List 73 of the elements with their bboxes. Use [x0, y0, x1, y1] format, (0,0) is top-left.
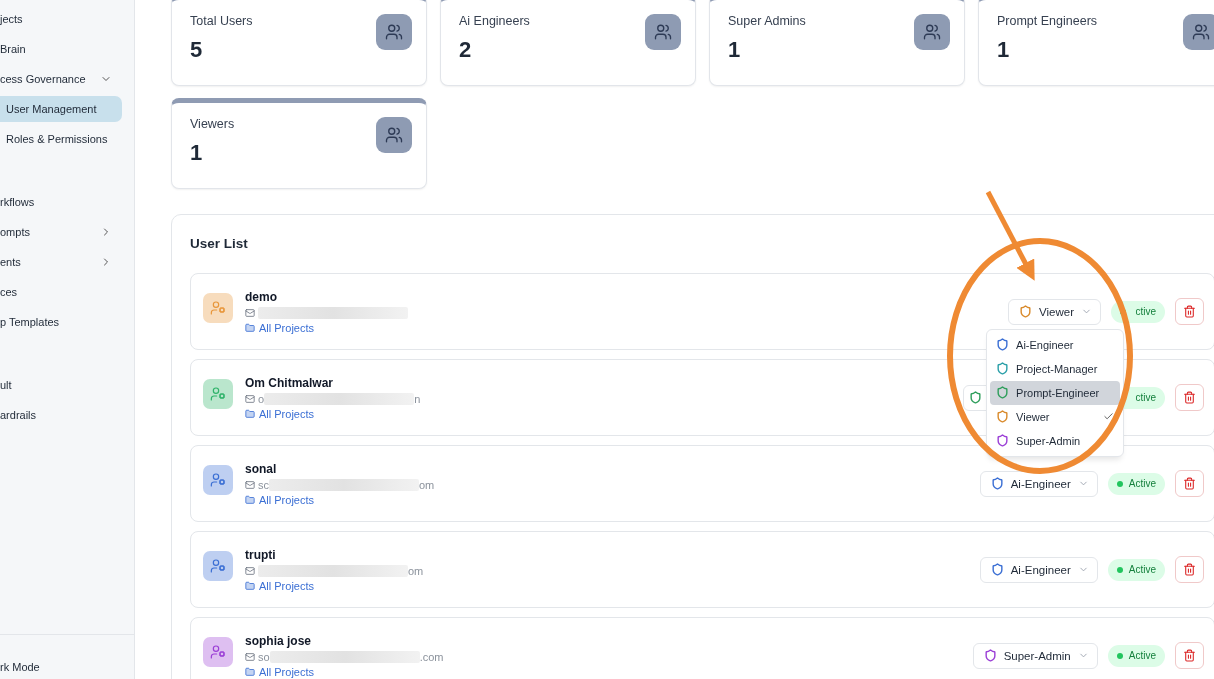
- stat-label: Prompt Engineers: [997, 14, 1098, 28]
- sidebar-item[interactable]: Brain: [0, 36, 134, 62]
- sidebar-item[interactable]: ents: [0, 249, 134, 275]
- folder-icon: [245, 666, 255, 677]
- status-badge: Active: [1107, 558, 1165, 581]
- delete-button[interactable]: [1175, 556, 1204, 583]
- sidebar-item[interactable]: cess Governance: [0, 66, 134, 92]
- user-name: trupti: [245, 547, 277, 562]
- stat-label: Super Admins: [728, 14, 806, 28]
- sidebar-item[interactable]: ompts: [0, 219, 134, 245]
- user-name: sophia jose: [245, 633, 313, 648]
- trash-icon: [1183, 563, 1196, 576]
- sidebar-item[interactable]: ardrails: [0, 402, 134, 428]
- menu-option[interactable]: Super-Admin: [990, 428, 1121, 453]
- mail-icon: [245, 565, 255, 576]
- sidebar-item[interactable]: ult: [0, 372, 134, 398]
- redacted-email: sc om: [258, 478, 435, 491]
- stat-value: 1: [728, 37, 742, 63]
- folder-icon: [245, 494, 255, 505]
- status-badge: Active: [1107, 472, 1165, 495]
- users-icon: [376, 117, 412, 153]
- trash-icon: [1183, 391, 1196, 404]
- users-icon: [914, 14, 950, 50]
- mail-icon: [245, 651, 255, 662]
- sidebar-item[interactable]: p Templates: [0, 309, 134, 335]
- sidebar-item[interactable]: rkflows: [0, 189, 134, 215]
- status-badge: Active: [1107, 644, 1165, 667]
- folder-icon: [245, 580, 255, 591]
- projects-link[interactable]: All Projects: [245, 665, 315, 678]
- role-select[interactable]: Viewer: [1008, 298, 1101, 325]
- menu-option[interactable]: Project-Manager: [990, 356, 1121, 381]
- projects-link[interactable]: All Projects: [245, 321, 315, 334]
- sidebar-item[interactable]: ces: [0, 279, 134, 305]
- user-name: demo: [245, 289, 278, 304]
- trash-icon: [1183, 477, 1196, 490]
- role-select[interactable]: Super-Admin: [972, 642, 1098, 669]
- mail-icon: [245, 479, 255, 490]
- projects-link[interactable]: All Projects: [245, 493, 315, 506]
- stat-value: 2: [459, 37, 473, 63]
- stat-value: 1: [997, 37, 1011, 63]
- trash-icon: [1183, 305, 1196, 318]
- mail-icon: [245, 307, 255, 318]
- menu-option[interactable]: Prompt-Engineer: [990, 380, 1121, 405]
- sidebar-item[interactable]: rk Mode: [0, 661, 40, 673]
- delete-button[interactable]: [1175, 384, 1204, 411]
- projects-link[interactable]: All Projects: [245, 579, 315, 592]
- menu-option[interactable]: Ai-Engineer: [990, 332, 1121, 357]
- users-icon: [645, 14, 681, 50]
- mail-icon: [245, 393, 255, 404]
- sidebar-item[interactable]: User Management: [0, 96, 122, 122]
- user-name: sonal: [245, 461, 278, 476]
- folder-icon: [245, 322, 255, 333]
- sidebar-item[interactable]: jects: [0, 6, 134, 32]
- users-icon: [376, 14, 412, 50]
- delete-button[interactable]: [1175, 470, 1204, 497]
- stat-label: Total Users: [190, 14, 253, 28]
- redacted-email: so .com: [258, 650, 444, 663]
- user-name: Om Chitmalwar: [245, 375, 335, 390]
- role-select[interactable]: Ai-Engineer: [979, 556, 1098, 583]
- redacted-email: om: [258, 564, 424, 577]
- role-select[interactable]: Ai-Engineer: [979, 470, 1098, 497]
- trash-icon: [1183, 649, 1196, 662]
- projects-link[interactable]: All Projects: [245, 407, 315, 420]
- delete-button[interactable]: [1175, 642, 1204, 669]
- stat-value: 1: [190, 140, 204, 166]
- stat-value: 5: [190, 37, 204, 63]
- redacted-email: o n: [258, 392, 421, 405]
- folder-icon: [245, 408, 255, 419]
- stat-label: Viewers: [190, 117, 235, 131]
- sidebar-item[interactable]: Roles & Permissions: [0, 126, 122, 152]
- panel-title: User List: [190, 236, 249, 251]
- stat-label: Ai Engineers: [459, 14, 530, 28]
- delete-button[interactable]: [1175, 298, 1204, 325]
